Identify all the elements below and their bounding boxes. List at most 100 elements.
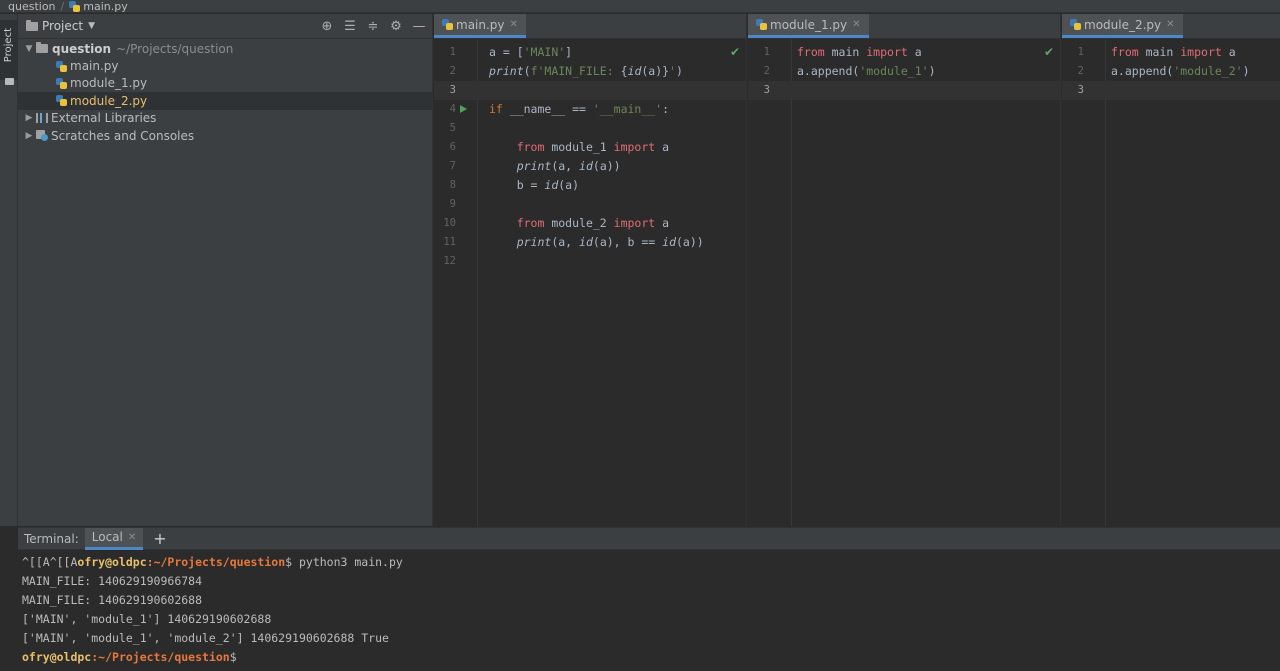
breadcrumb-project[interactable]: question — [8, 0, 56, 12]
close-icon[interactable]: ✕ — [128, 532, 136, 543]
tree-item-external-libraries[interactable]: ▶ External Libraries — [18, 110, 432, 127]
folder-icon — [36, 42, 48, 54]
tab-local[interactable]: Local ✕ — [84, 527, 144, 550]
editor-pane-module-2: module_2.py ✕ 1 from main import a 2 a.appe… — [1062, 14, 1280, 526]
chevron-right-icon[interactable]: ▶ — [22, 113, 36, 123]
terminal-line: ['MAIN', 'module_1', 'module_2'] 1406291… — [22, 631, 389, 645]
python-file-icon — [1070, 19, 1081, 30]
tree-item-scratches[interactable]: ▶ Scratches and Consoles — [18, 127, 432, 144]
code-text: a.append('module_1') — [797, 64, 936, 78]
gear-icon[interactable]: ⚙ — [389, 19, 403, 34]
tree-item-label: main.py — [70, 59, 119, 74]
scratches-icon — [36, 130, 48, 142]
code-line[interactable]: 3 — [748, 81, 1060, 100]
gutter — [1062, 39, 1106, 526]
collapse-all-icon[interactable]: ≑ — [366, 19, 380, 34]
tree-item-label: module_2.py — [70, 93, 148, 108]
line-number: 2 — [1077, 65, 1084, 77]
code-line[interactable]: 12 — [434, 252, 746, 271]
terminal-line: MAIN_FILE: 140629190602688 — [22, 593, 203, 607]
expand-all-icon[interactable]: ☰ — [343, 19, 357, 34]
code-line[interactable]: 11 print(a, id(a), b == id(a)) — [434, 233, 746, 252]
new-terminal-plus-icon[interactable]: + — [153, 529, 166, 548]
checkmark-icon: ✔ — [729, 45, 740, 59]
code-line[interactable]: 4 if __name__ == '__main__': — [434, 100, 746, 119]
code-line[interactable]: 9 — [434, 195, 746, 214]
locate-icon[interactable]: ⊕ — [320, 19, 334, 34]
code-text: a.append('module_2') — [1111, 64, 1250, 78]
code-editor[interactable]: 1 a = ['MAIN'] ✔ 2 print(f'MAIN_FILE: {id(a)… — [434, 39, 746, 526]
code-text: from module_1 import a — [516, 140, 670, 154]
code-text: if __name__ == '__main__': — [489, 102, 670, 116]
breadcrumb-file[interactable]: main.py — [83, 0, 127, 12]
editor-pane-module-1: module_1.py ✕ 1 from main import a ✔ 2 a.app… — [748, 14, 1061, 526]
library-icon — [36, 113, 48, 124]
breadcrumb: question / main.py — [0, 0, 1280, 13]
terminal-tab-bar: Terminal: Local ✕ + — [18, 527, 1280, 550]
terminal-prefix: ^[[A^[[A — [22, 555, 78, 569]
root-folder-path: ~/Projects/question — [116, 41, 234, 56]
breadcrumb-separator: / — [60, 0, 65, 13]
line-number: 10 — [443, 217, 456, 229]
line-number: 2 — [763, 65, 770, 77]
code-editor[interactable]: 1 from main import a 2 a.append('module_2')… — [1062, 39, 1280, 526]
chevron-down-icon[interactable]: ▼ — [88, 21, 95, 31]
code-line[interactable]: 10 from module_2 import a — [434, 214, 746, 233]
code-text: b = id(a) — [489, 178, 580, 192]
code-line[interactable]: 7 print(a, id(a)) — [434, 157, 746, 176]
tool-window-strip: Project — [0, 14, 18, 526]
terminal-label: Terminal: — [24, 531, 79, 546]
code-line[interactable]: 3 — [1062, 81, 1280, 100]
python-file-icon — [56, 95, 67, 107]
code-line[interactable]: 5 — [434, 119, 746, 138]
code-text: a = ['MAIN'] — [489, 45, 573, 59]
code-line[interactable]: 1 a = ['MAIN'] ✔ — [434, 43, 746, 62]
code-line[interactable]: 2 print(f'MAIN_FILE: {id(a)}') — [434, 62, 746, 81]
root-folder-name: question — [52, 41, 112, 56]
code-text: print(a, id(a), b == id(a)) — [516, 235, 704, 249]
code-line[interactable]: 3 — [434, 81, 746, 100]
gutter — [748, 39, 792, 526]
minimize-icon[interactable]: — — [412, 19, 426, 34]
prompt-user: ofry@oldpc — [22, 650, 92, 664]
line-number: 9 — [449, 198, 456, 210]
prompt-command: $ — [229, 650, 237, 664]
code-text: print(a, id(a)) — [516, 159, 621, 173]
chevron-down-icon[interactable]: ▼ — [22, 44, 36, 54]
tree-item-module-2-py[interactable]: module_2.py — [18, 92, 432, 110]
tab-module-2-py[interactable]: module_2.py ✕ — [1062, 14, 1183, 38]
code-line[interactable]: 2 a.append('module_1') — [748, 62, 1060, 81]
prompt-path: :~/Projects/question — [146, 555, 286, 569]
tree-root-question[interactable]: ▼ question ~/Projects/question — [18, 40, 432, 57]
code-line[interactable]: 1 from main import a ✔ — [748, 43, 1060, 62]
project-view-selector[interactable]: Project — [42, 19, 83, 33]
line-number: 3 — [449, 84, 456, 96]
project-tool-tab-label: Project — [3, 28, 14, 63]
close-icon[interactable]: ✕ — [1166, 19, 1174, 30]
terminal-line: ^[[A^[[Aofry@oldpc:~/Projects/question$ … — [22, 553, 1280, 572]
tab-module-1-py[interactable]: module_1.py ✕ — [748, 14, 869, 38]
tree-item-module-1-py[interactable]: module_1.py — [18, 75, 432, 92]
prompt-command: $ python3 main.py — [285, 555, 403, 569]
project-tree: ▼ question ~/Projects/question main.py m… — [18, 39, 432, 144]
project-panel: Project ▼ ⊕ ☰ ≑ ⚙ — ▼ question ~/Project… — [18, 14, 433, 526]
code-editor[interactable]: 1 from main import a ✔ 2 a.append('module_1'… — [748, 39, 1060, 526]
chevron-right-icon[interactable]: ▶ — [22, 131, 36, 141]
terminal-panel: Terminal: Local ✕ + ^[[A^[[A ofry@oldpc :~… — [18, 527, 1280, 671]
terminal-output[interactable]: ^[[A^[[A ofry@oldpc :~/Projects/question$ … — [18, 550, 1280, 667]
tab-main-py[interactable]: main.py ✕ — [434, 14, 526, 38]
code-line[interactable]: 8 b = id(a) — [434, 176, 746, 195]
tree-item-main-py[interactable]: main.py — [18, 57, 432, 74]
close-icon[interactable]: ✕ — [510, 19, 518, 30]
tree-item-label: External Libraries — [51, 111, 157, 126]
code-line[interactable]: 6 from module_1 import a — [434, 138, 746, 157]
close-icon[interactable]: ✕ — [852, 19, 860, 30]
terminal-line: MAIN_FILE: 140629190966784 — [22, 574, 203, 588]
run-icon[interactable] — [460, 105, 467, 113]
python-file-icon — [56, 77, 67, 89]
code-line[interactable]: 2 a.append('module_2') — [1062, 62, 1280, 81]
python-file-icon — [69, 0, 81, 12]
project-tool-tab[interactable]: Project — [0, 20, 18, 85]
code-line[interactable]: 1 from main import a — [1062, 43, 1280, 62]
line-number: 11 — [443, 236, 456, 248]
